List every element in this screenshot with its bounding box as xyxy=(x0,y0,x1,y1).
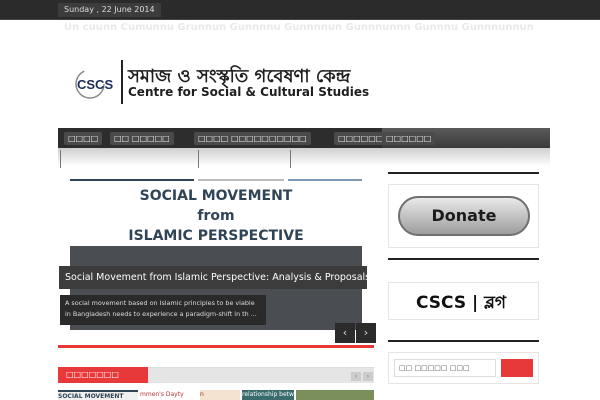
nav-extension: □□□□□□ xyxy=(382,128,550,148)
nav-item-4[interactable]: □□□□□□ □□□□□ xyxy=(334,132,388,156)
nav-item-1[interactable]: □□□□ xyxy=(64,132,103,145)
thumbnail-5[interactable] xyxy=(296,390,374,400)
current-date: Sunday , 22 June 2014 xyxy=(58,3,161,17)
thumbnail-1[interactable]: SOCIAL MOVEMENT xyxy=(58,390,138,400)
top-bar: Sunday , 22 June 2014 xyxy=(0,0,600,20)
site-logo[interactable]: CSCS সমাজ ও সংস্কৃতি গবেষণা কেন্দ্র Cent… xyxy=(70,60,369,106)
search-input[interactable]: □□ □□□□□ □□□ xyxy=(394,359,496,377)
slide-caption-text: A social movement based on Islamic princ… xyxy=(60,295,266,325)
blog-logo[interactable]: CSCS | ব্লগ xyxy=(416,290,506,318)
nav-item-5[interactable]: □□□□□□ xyxy=(382,132,436,145)
slider-next-button[interactable]: › xyxy=(356,323,376,343)
donate-button[interactable]: Donate xyxy=(398,196,530,236)
cscs-logo-icon: CSCS xyxy=(75,69,113,99)
nav-item-3[interactable]: □□□□ □□□□□□□□□□ xyxy=(194,132,311,145)
slide-rule-light xyxy=(198,179,284,181)
ghost-links: Un cuunn Cumunnu Grunnun Gunnnnu Gunnnnu… xyxy=(64,22,534,33)
section-next-button[interactable]: › xyxy=(363,372,373,381)
slide-image-title[interactable]: SOCIAL MOVEMENT from ISLAMIC PERSPECTIVE xyxy=(70,186,362,246)
divider xyxy=(290,150,291,168)
slide-rule-dark xyxy=(70,179,194,181)
sidebar-top-rule xyxy=(388,340,539,342)
search-button[interactable] xyxy=(501,359,533,377)
sidebar-top-rule xyxy=(388,172,539,174)
slide-title-line: SOCIAL MOVEMENT xyxy=(139,188,293,204)
slide-rule-blue xyxy=(288,179,362,181)
divider xyxy=(60,150,61,168)
main-navigation: □□□□ □□ □□□□□ □□□□ □□□□□□□□□□ □□□□□□ □□□… xyxy=(58,128,388,156)
logo-name-english: Centre for Social & Cultural Studies xyxy=(128,85,370,99)
thumbnail-2[interactable]: mmen's Dayty xyxy=(140,390,198,400)
divider xyxy=(198,150,199,168)
nav-item-2[interactable]: □□ □□□□□ xyxy=(110,132,174,145)
thumbnail-3[interactable]: n xyxy=(200,390,240,400)
thumbnail-4[interactable]: relationship between xyxy=(242,390,294,400)
slider-red-rule xyxy=(58,345,374,348)
slider-prev-button[interactable]: ‹ xyxy=(335,323,355,343)
sidebar-top-rule xyxy=(388,258,539,260)
logo-mark-text: CSCS xyxy=(77,77,113,92)
nav-shadow xyxy=(58,148,550,166)
section-prev-button[interactable]: ‹ xyxy=(351,372,361,381)
slide-title-line: ISLAMIC PERSPECTIVE xyxy=(128,228,304,244)
slide-title-line: from xyxy=(197,208,235,224)
logo-separator xyxy=(121,60,123,104)
slide-caption-title[interactable]: Social Movement from Islamic Perspective… xyxy=(59,266,370,289)
section-label: □□□□□□□ xyxy=(58,367,148,383)
